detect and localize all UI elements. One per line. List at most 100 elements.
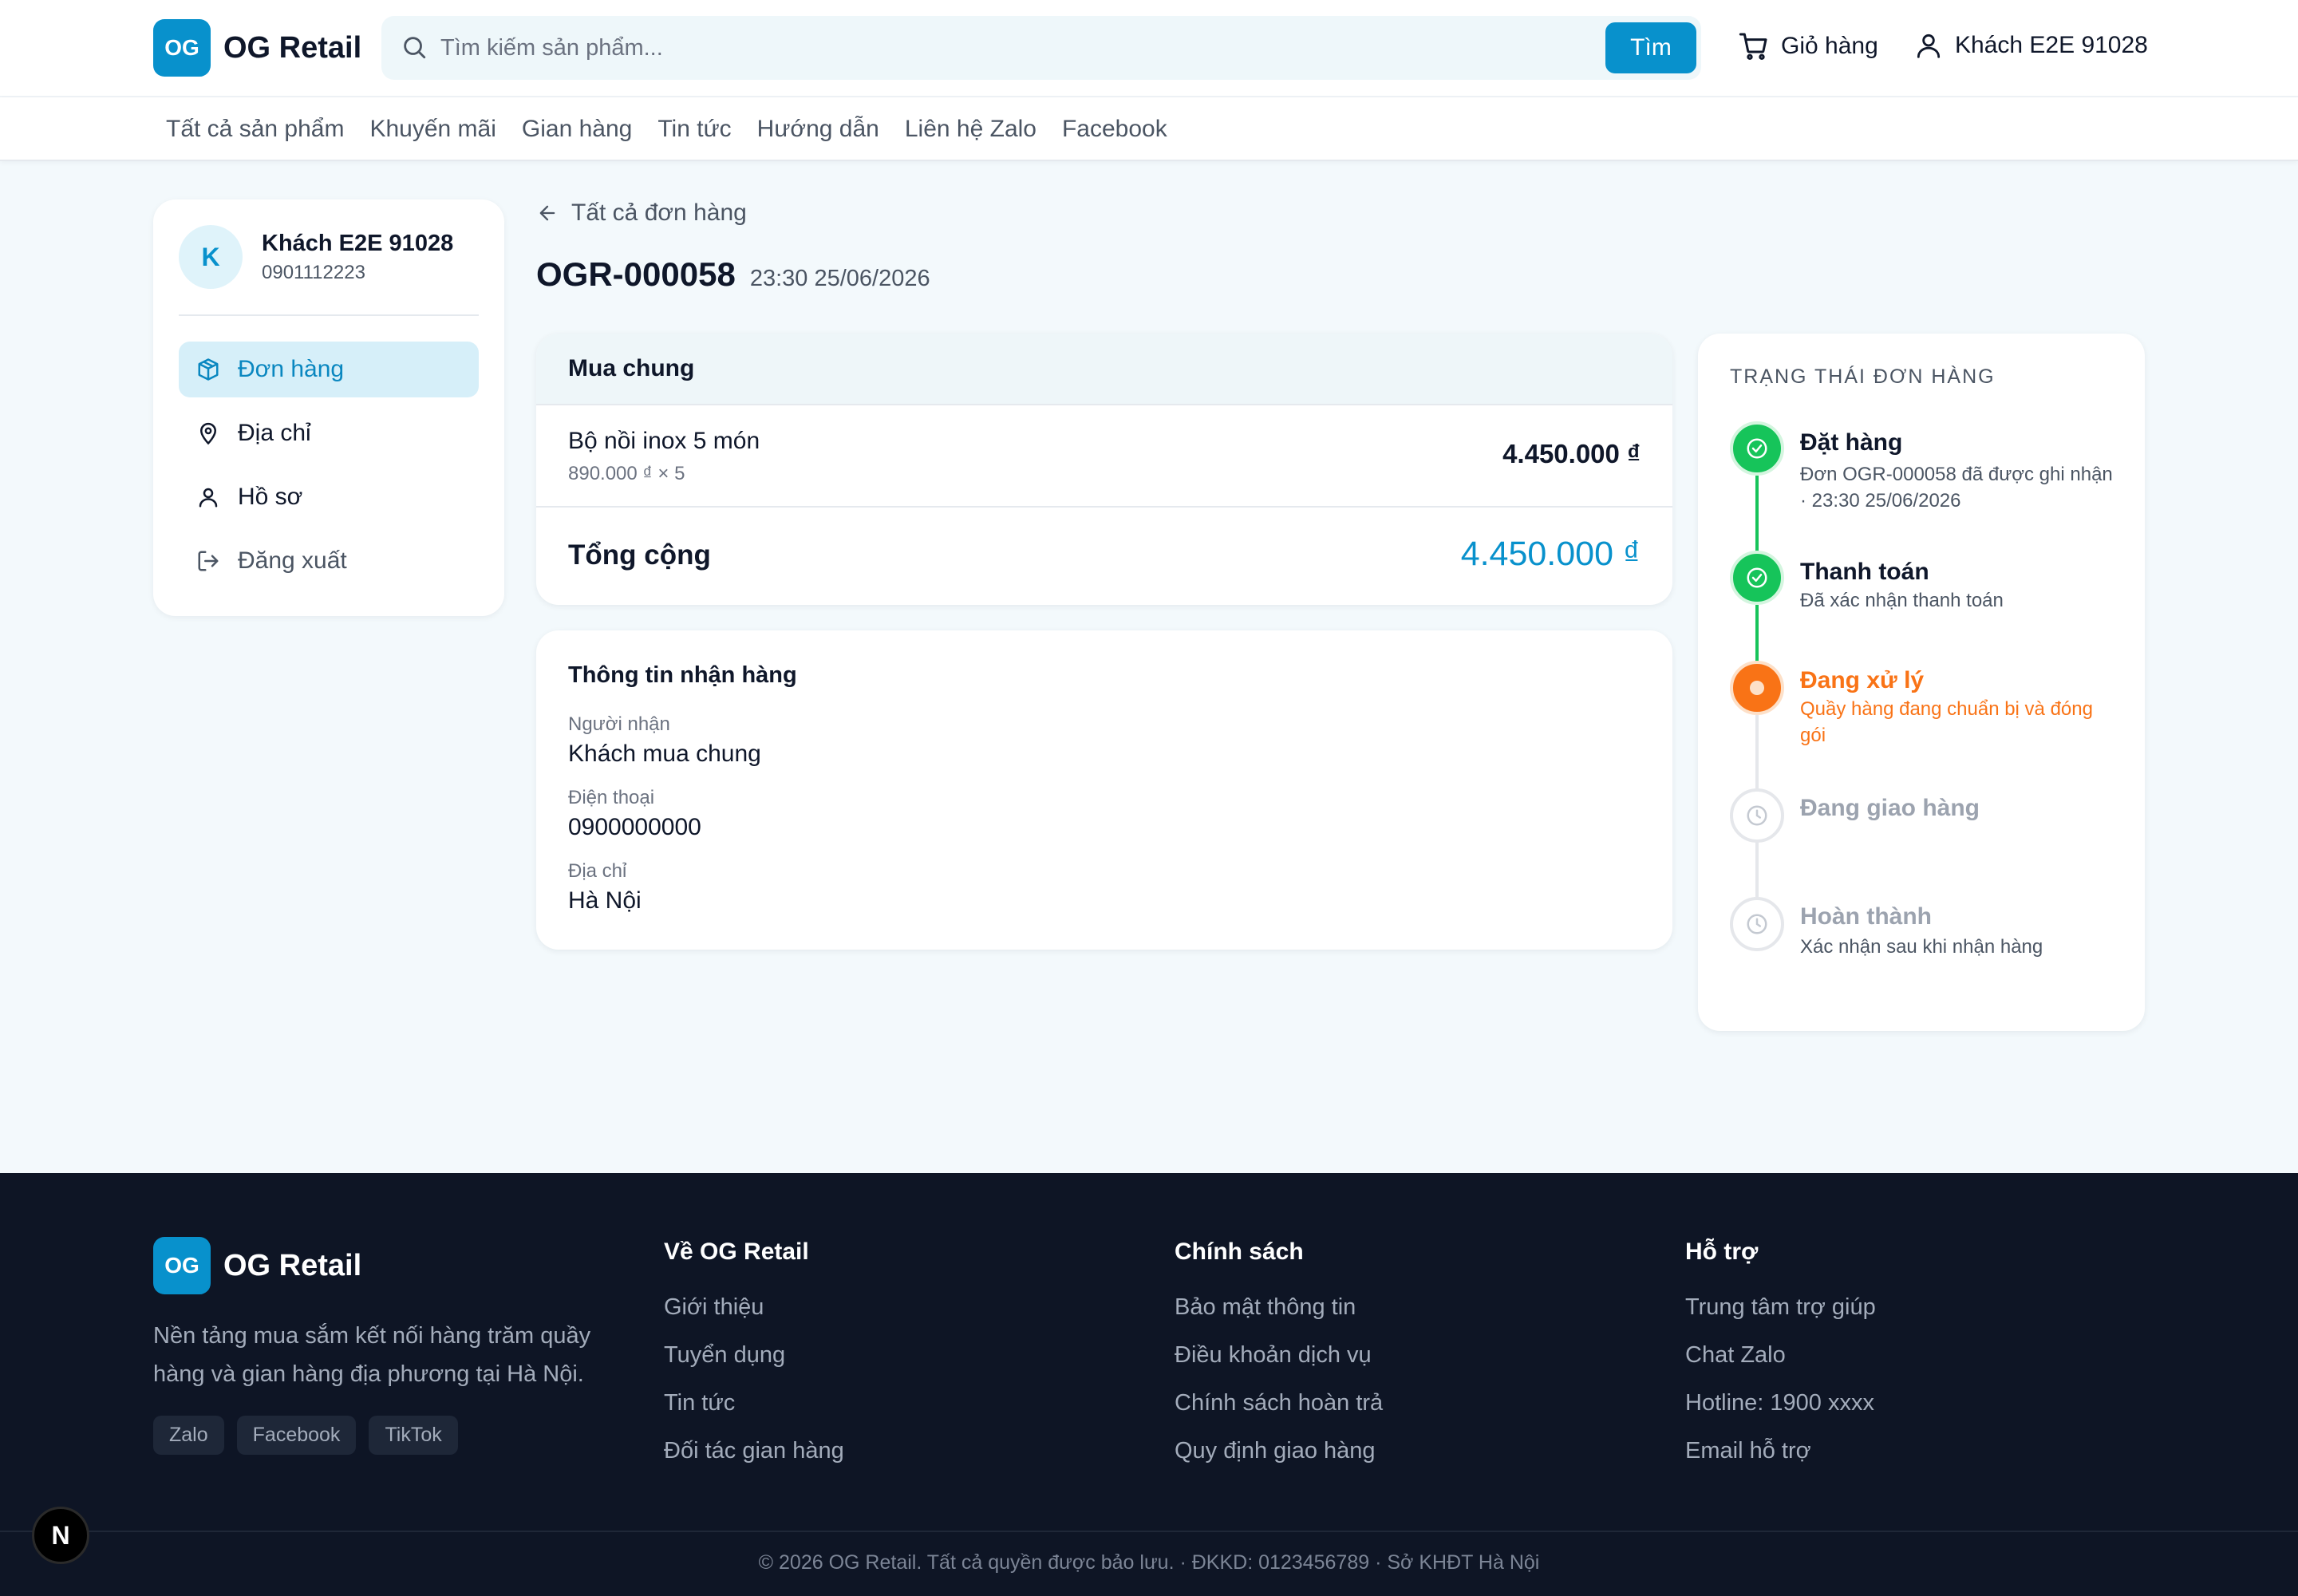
footer-link[interactable]: Chính sách hoàn trả	[1175, 1390, 1383, 1419]
order-header: OGR-000058 23:30 25/06/2026	[536, 255, 930, 294]
logout-icon	[196, 549, 220, 573]
user-menu[interactable]: Khách E2E 91028	[1913, 30, 2148, 61]
footer-link[interactable]: Chat Zalo	[1685, 1342, 1876, 1371]
sidebar-item-address[interactable]: Địa chỉ	[179, 405, 479, 461]
footer-column-support: Hỗ trợ Trung tâm trợ giúp Chat Zalo Hotl…	[1685, 1238, 1876, 1486]
profile-summary: K Khách E2E 91028 0901112223	[179, 225, 453, 289]
clock-icon	[1730, 897, 1784, 951]
divider	[0, 1531, 2298, 1532]
search-input[interactable]	[440, 27, 1398, 69]
nav-item-all-products[interactable]: Tất cả sản phẩm	[153, 116, 357, 143]
logo-mark: OG	[153, 1237, 211, 1294]
social-tag-facebook[interactable]: Facebook	[236, 1416, 357, 1455]
social-tag-tiktok[interactable]: TikTok	[369, 1416, 458, 1455]
avatar: K	[179, 225, 243, 289]
dev-tools-badge[interactable]: N	[32, 1507, 89, 1564]
sidebar-item-logout[interactable]: Đăng xuất	[179, 533, 479, 589]
cart-link[interactable]: Giỏ hàng	[1738, 30, 1878, 62]
step-title: Thanh toán	[1800, 559, 1929, 585]
footer-link[interactable]: Hotline: 1900 xxxx	[1685, 1390, 1876, 1419]
item-price: 4.450.000 ₫	[1502, 439, 1641, 468]
recipient-label: Người nhận	[568, 713, 670, 735]
nav-item-guide[interactable]: Hướng dẫn	[744, 116, 892, 143]
map-pin-icon	[196, 421, 220, 445]
back-to-orders-link[interactable]: Tất cả đơn hàng	[536, 200, 747, 227]
phone-label: Điện thoại	[568, 787, 655, 808]
step-title: Đang giao hàng	[1800, 795, 1980, 821]
social-tag-zalo[interactable]: Zalo	[153, 1416, 224, 1455]
footer-link[interactable]: Tin tức	[664, 1390, 844, 1419]
address-label: Địa chỉ	[568, 860, 627, 882]
shipping-title: Thông tin nhận hàng	[568, 662, 797, 688]
nav-item-stores[interactable]: Gian hàng	[509, 116, 645, 143]
user-icon	[1913, 30, 1944, 61]
recipient-value: Khách mua chung	[568, 741, 761, 767]
footer-link[interactable]: Email hỗ trợ	[1685, 1438, 1876, 1467]
footer-link[interactable]: Giới thiệu	[664, 1294, 844, 1323]
footer-column-title: Về OG Retail	[664, 1238, 809, 1265]
footer-link[interactable]: Tuyển dụng	[664, 1342, 844, 1371]
search-bar: Tìm	[381, 16, 1701, 80]
copyright: © 2026 OG Retail. Tất cả quyền được bảo …	[758, 1551, 1540, 1574]
footer-link[interactable]: Trung tâm trợ giúp	[1685, 1294, 1876, 1323]
total-label: Tổng cộng	[568, 539, 711, 571]
box-icon	[196, 358, 220, 381]
footer-logo[interactable]: OG OG Retail	[153, 1237, 361, 1294]
sidebar-item-profile[interactable]: Hồ sơ	[179, 469, 479, 525]
footer-column-title: Chính sách	[1175, 1238, 1304, 1265]
nav-item-zalo[interactable]: Liên hệ Zalo	[892, 116, 1049, 143]
total-value: 4.450.000 ₫	[1460, 535, 1641, 573]
profile-phone: 0901112223	[262, 261, 365, 283]
divider	[179, 314, 479, 316]
sidebar-item-orders[interactable]: Đơn hàng	[179, 342, 479, 397]
footer-link[interactable]: Quy định giao hàng	[1175, 1438, 1383, 1467]
sidebar-item-label: Đăng xuất	[238, 547, 347, 574]
step-desc: Đơn OGR-000058 đã được ghi nhận · 23:30 …	[1800, 464, 2113, 512]
sidebar-item-label: Hồ sơ	[238, 484, 303, 510]
header: OG OG Retail Tìm Giỏ hàng Khách E2E 9102…	[0, 0, 2298, 97]
order-id: OGR-000058	[536, 255, 736, 293]
logo[interactable]: OG OG Retail	[153, 19, 361, 77]
logo-text: OG Retail	[223, 1248, 362, 1282]
search-icon	[401, 34, 428, 61]
logo-mark: OG	[153, 19, 211, 77]
step-done-icon	[1730, 551, 1784, 605]
profile-name: Khách E2E 91028	[262, 230, 454, 256]
sidebar-item-label: Đơn hàng	[238, 356, 345, 382]
sidebar-item-label: Địa chỉ	[238, 420, 311, 446]
shipping-info-card: Thông tin nhận hàng Người nhận Khách mua…	[536, 630, 1672, 950]
step-title: Đang xử lý	[1800, 667, 1925, 693]
status-title: TRẠNG THÁI ĐƠN HÀNG	[1730, 365, 1996, 388]
cart-label: Giỏ hàng	[1781, 33, 1878, 59]
user-label: Khách E2E 91028	[1955, 32, 2148, 58]
category-nav: Tất cả sản phẩm Khuyến mãi Gian hàng Tin…	[0, 97, 2298, 161]
phone-value: 0900000000	[568, 814, 701, 840]
user-icon	[196, 485, 220, 509]
footer-column-policy: Chính sách Bảo mật thông tin Điều khoản …	[1175, 1238, 1383, 1486]
nav-item-news[interactable]: Tin tức	[645, 116, 744, 143]
footer-link[interactable]: Bảo mật thông tin	[1175, 1294, 1383, 1323]
step-title: Hoàn thành	[1800, 903, 1932, 930]
footer-column-about: Về OG Retail Giới thiệu Tuyển dụng Tin t…	[664, 1238, 844, 1486]
step-desc: Quầy hàng đang chuẩn bị và đóng gói	[1800, 698, 2093, 746]
address-value: Hà Nội	[568, 887, 642, 914]
search-button[interactable]: Tìm	[1605, 22, 1696, 73]
footer-link[interactable]: Điều khoản dịch vụ	[1175, 1342, 1383, 1371]
cart-icon	[1738, 30, 1770, 62]
footer-link[interactable]: Đối tác gian hàng	[664, 1438, 844, 1467]
footer: OG OG Retail Nền tảng mua sắm kết nối hà…	[0, 1173, 2298, 1596]
order-item-row: Bộ nồi inox 5 món 890.000 ₫ × 5 4.450.00…	[536, 405, 1672, 508]
step-title: Đặt hàng	[1800, 429, 1903, 456]
footer-description: Nền tảng mua sắm kết nối hàng trăm quầy …	[153, 1323, 591, 1387]
clock-icon	[1730, 788, 1784, 843]
order-items-card: Mua chung Bộ nồi inox 5 món 890.000 ₫ × …	[536, 334, 1672, 605]
item-name: Bộ nồi inox 5 món	[568, 428, 760, 454]
logo-text: OG Retail	[223, 30, 362, 65]
footer-column-title: Hỗ trợ	[1685, 1238, 1759, 1265]
step-current-icon	[1730, 661, 1784, 715]
nav-item-promotions[interactable]: Khuyến mãi	[357, 116, 508, 143]
step-desc: Xác nhận sau khi nhận hàng	[1800, 936, 2043, 958]
order-time: 23:30 25/06/2026	[749, 266, 930, 291]
nav-item-facebook[interactable]: Facebook	[1049, 116, 1180, 143]
step-desc: Đã xác nhận thanh toán	[1800, 590, 2004, 611]
